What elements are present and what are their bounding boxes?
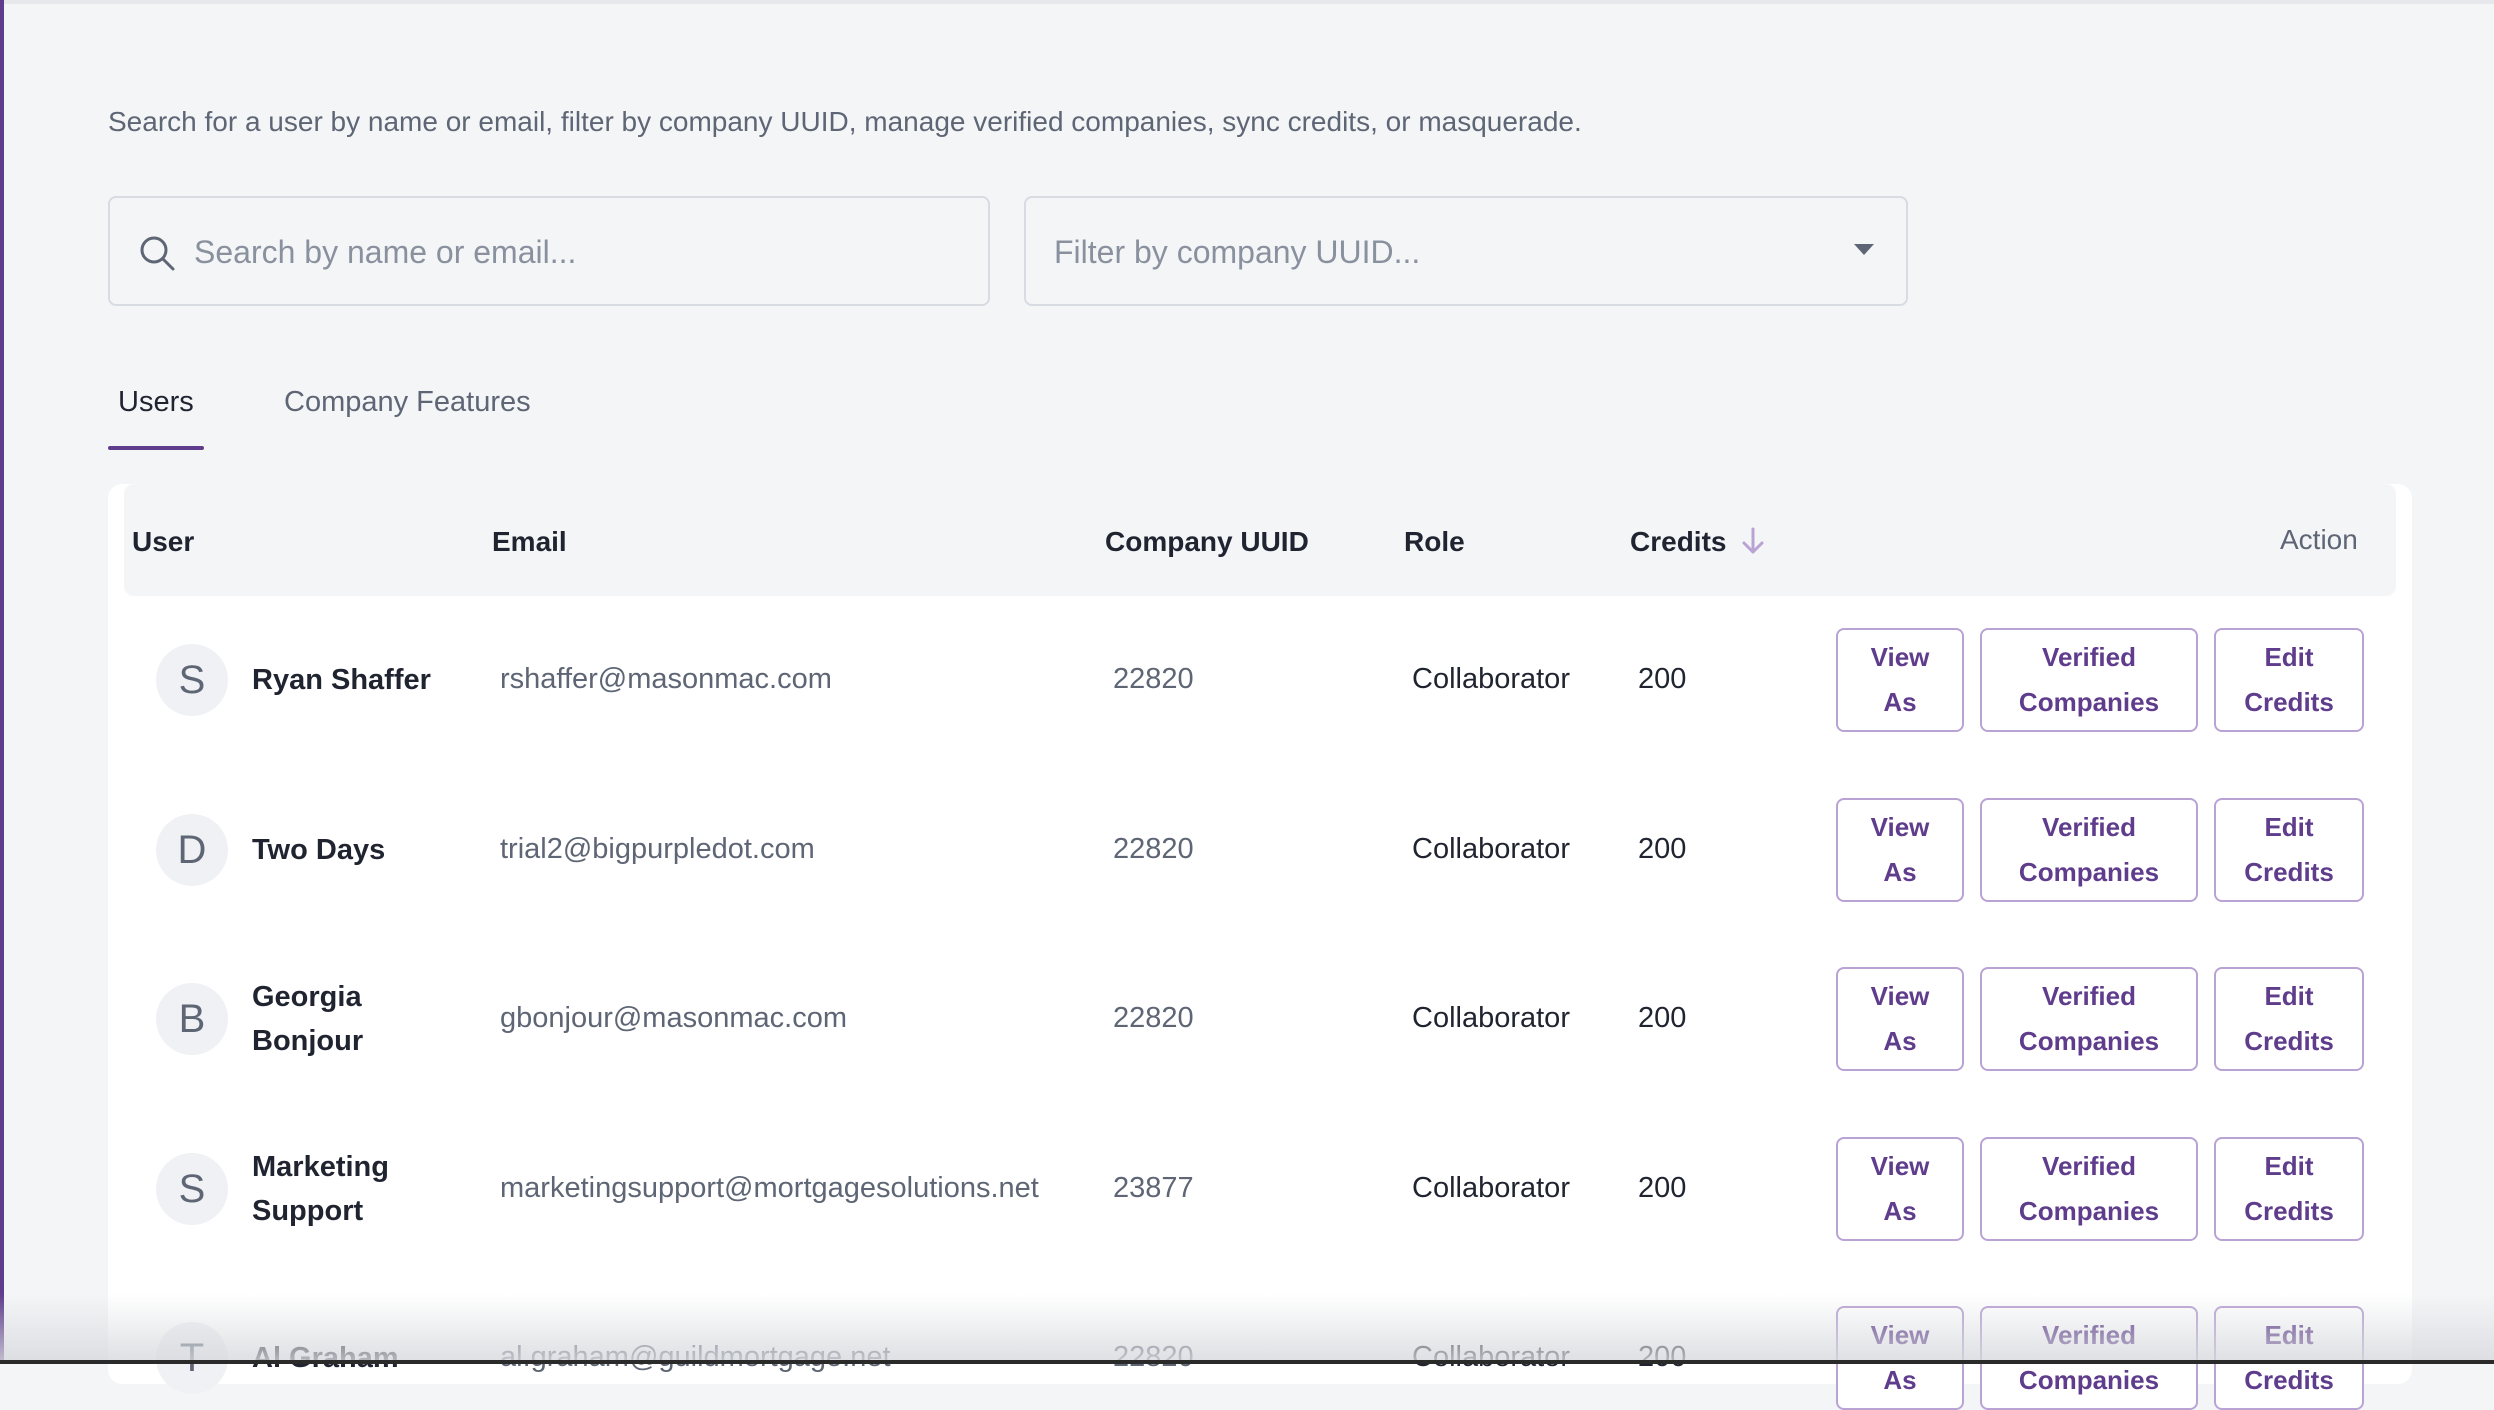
avatar: S	[156, 644, 228, 716]
avatar: T	[156, 1322, 228, 1394]
view-as-button-label: View As	[1870, 1150, 1930, 1226]
header-company-uuid[interactable]: Company UUID	[1105, 526, 1309, 558]
edit-credits-button[interactable]: Edit Credits	[2214, 628, 2364, 732]
top-divider	[0, 0, 2494, 4]
avatar: S	[156, 1152, 228, 1225]
edit-credits-button[interactable]: Edit Credits	[2214, 1306, 2364, 1410]
header-action: Action	[2280, 524, 2358, 555]
filter-placeholder: Filter by company UUID...	[1054, 234, 1421, 270]
users-table	[108, 484, 2412, 1384]
user-credits: 200	[1638, 1171, 1687, 1204]
company-uuid: 22820	[1113, 832, 1194, 865]
user-role: Collaborator	[1412, 1171, 1570, 1204]
header-email[interactable]: Email	[492, 526, 567, 558]
user-name: Georgia Bonjour	[252, 981, 364, 1057]
user-email: rshaffer@masonmac.com	[500, 663, 832, 695]
user-credits: 200	[1638, 1002, 1687, 1034]
chevron-down-icon	[1854, 244, 1874, 255]
search-input[interactable]: Search by name or email...	[108, 196, 990, 306]
view-as-button[interactable]: View As	[1836, 797, 1964, 902]
edit-credits-button-label: Edit Credits	[2244, 981, 2334, 1056]
user-role: Collaborator	[1412, 832, 1570, 865]
verified-companies-button[interactable]: Verified Companies	[1980, 1306, 2198, 1410]
header-credits[interactable]: Credits	[1630, 526, 1726, 558]
user-email: trial2@bigpurpledot.com	[500, 832, 815, 865]
search-placeholder: Search by name or email...	[194, 234, 577, 270]
verified-companies-button[interactable]: Verified Companies	[1980, 1136, 2198, 1241]
arrow-down-icon[interactable]	[1738, 526, 1768, 556]
header-user[interactable]: User	[132, 526, 194, 558]
company-uuid: 22820	[1113, 1002, 1194, 1034]
header-role[interactable]: Role	[1404, 526, 1465, 558]
user-credits: 200	[1638, 832, 1687, 865]
user-role: Collaborator	[1412, 1341, 1570, 1373]
left-accent-rail	[0, 0, 4, 1364]
verified-companies-button[interactable]: Verified Companies	[1980, 797, 2198, 902]
view-as-button[interactable]: View As	[1836, 1136, 1964, 1241]
user-email: al.graham@guildmortgage.net	[500, 1341, 891, 1373]
verified-companies-button[interactable]: Verified Companies	[1980, 628, 2198, 732]
user-name: Two Days	[252, 833, 386, 866]
edit-credits-button-label: Edit Credits	[2244, 1320, 2334, 1395]
search-icon	[140, 236, 175, 271]
edit-credits-button-label: Edit Credits	[2244, 811, 2334, 887]
view-as-button-label: View As	[1870, 1320, 1930, 1395]
avatar: D	[156, 813, 228, 886]
edit-credits-button[interactable]: Edit Credits	[2214, 967, 2364, 1071]
verified-companies-button-label: Verified Companies	[2018, 642, 2160, 717]
tab-users[interactable]: Users	[118, 386, 194, 419]
user-role: Collaborator	[1412, 663, 1570, 695]
view-as-button[interactable]: View As	[1836, 628, 1964, 732]
company-uuid-filter[interactable]: Filter by company UUID...	[1024, 196, 1908, 306]
bottom-edge	[0, 1360, 2494, 1364]
verified-companies-button-label: Verified Companies	[2018, 1320, 2160, 1395]
view-as-button-label: View As	[1870, 642, 1930, 717]
user-name: Marketing Support	[252, 1150, 389, 1227]
verified-companies-button-label: Verified Companies	[2018, 981, 2160, 1056]
active-tab-indicator	[108, 446, 204, 450]
company-uuid: 22820	[1113, 663, 1194, 695]
edit-credits-button-label: Edit Credits	[2244, 1150, 2334, 1226]
view-as-button[interactable]: View As	[1836, 1306, 1964, 1410]
user-credits: 200	[1638, 1341, 1687, 1373]
verified-companies-button-label: Verified Companies	[2018, 811, 2160, 887]
view-as-button[interactable]: View As	[1836, 967, 1964, 1071]
tab-company-features[interactable]: Company Features	[284, 386, 531, 419]
edit-credits-button[interactable]: Edit Credits	[2214, 1136, 2364, 1241]
edit-credits-button[interactable]: Edit Credits	[2214, 797, 2364, 902]
user-credits: 200	[1638, 663, 1687, 695]
verified-companies-button-label: Verified Companies	[2018, 1150, 2160, 1226]
view-as-button-label: View As	[1870, 981, 1930, 1056]
edit-credits-button-label: Edit Credits	[2244, 642, 2334, 717]
view-as-button-label: View As	[1870, 811, 1930, 887]
verified-companies-button[interactable]: Verified Companies	[1980, 967, 2198, 1071]
user-email: gbonjour@masonmac.com	[500, 1002, 847, 1034]
user-name: Al Graham	[252, 1342, 399, 1374]
avatar: B	[156, 983, 228, 1055]
company-uuid: 22820	[1113, 1341, 1194, 1373]
user-role: Collaborator	[1412, 1002, 1570, 1034]
user-name: Ryan Shaffer	[252, 664, 431, 696]
user-email: marketingsupport@mortgagesolutions.net	[500, 1171, 1039, 1204]
company-uuid: 23877	[1113, 1171, 1194, 1204]
page-description: Search for a user by name or email, filt…	[108, 106, 1582, 137]
